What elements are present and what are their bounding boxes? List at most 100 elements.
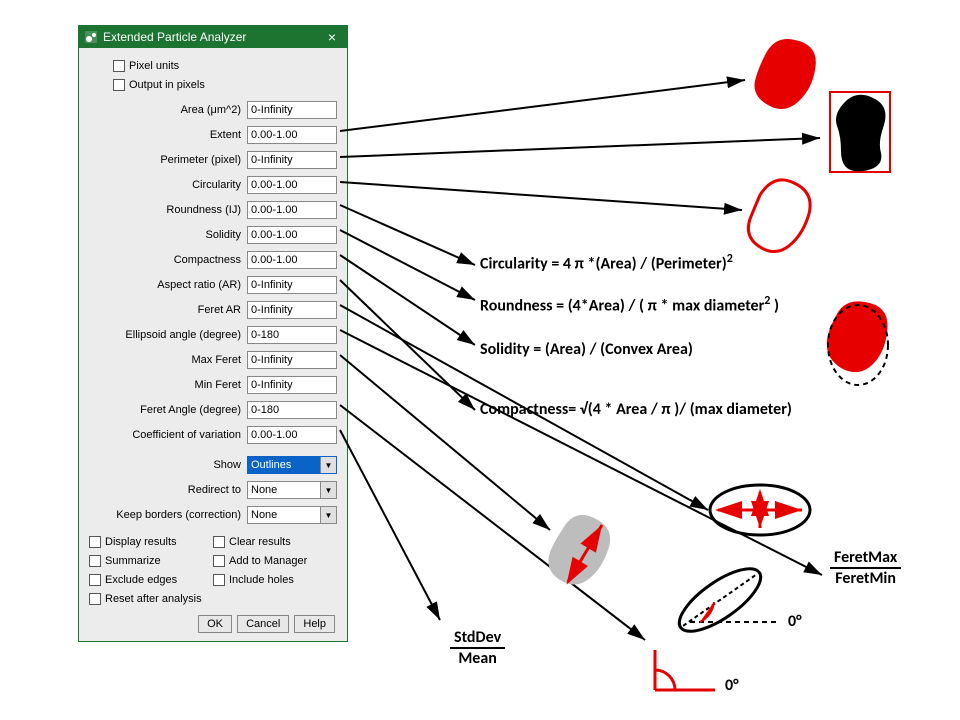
checkbox-label: Display results bbox=[105, 536, 177, 548]
help-button[interactable]: Help bbox=[294, 615, 335, 633]
select-label: Show bbox=[89, 459, 247, 471]
checkbox-label: Clear results bbox=[229, 536, 291, 548]
select-keep-borders: Keep borders (correction) None ▼ bbox=[89, 504, 337, 526]
field-label: Compactness bbox=[89, 254, 247, 266]
extent-input[interactable] bbox=[247, 126, 337, 144]
chevron-down-icon: ▼ bbox=[320, 507, 336, 523]
window-title: Extended Particle Analyzer bbox=[103, 30, 322, 44]
select-value: Outlines bbox=[251, 459, 291, 471]
checkbox-icon bbox=[213, 555, 225, 567]
checkbox-label: Output in pixels bbox=[129, 79, 205, 91]
feret-ar-input[interactable] bbox=[247, 301, 337, 319]
field-feret-ar: Feret AR bbox=[89, 299, 337, 321]
select-value: None bbox=[251, 509, 277, 521]
select-value: None bbox=[251, 484, 277, 496]
select-label: Keep borders (correction) bbox=[89, 509, 247, 521]
checkbox-icon bbox=[89, 555, 101, 567]
field-perimeter: Perimeter (pixel) bbox=[89, 149, 337, 171]
checkbox-icon bbox=[113, 79, 125, 91]
field-min-feret: Min Feret bbox=[89, 374, 337, 396]
cov-input[interactable] bbox=[247, 426, 337, 444]
checkbox-icon bbox=[113, 60, 125, 72]
field-label: Ellipsoid angle (degree) bbox=[89, 329, 247, 341]
checkbox-icon bbox=[89, 593, 101, 605]
checkbox-icon bbox=[213, 574, 225, 586]
field-label: Perimeter (pixel) bbox=[89, 154, 247, 166]
app-icon bbox=[84, 30, 98, 44]
extended-particle-analyzer-dialog: Extended Particle Analyzer × Pixel units… bbox=[78, 25, 348, 642]
checkbox-label: Include holes bbox=[229, 574, 294, 586]
field-label: Circularity bbox=[89, 179, 247, 191]
formula-feret-ratio: FeretMax FeretMin bbox=[830, 548, 901, 588]
formula-roundness: Roundness = (4*Area) / ( π * max diamete… bbox=[480, 294, 779, 315]
select-redirect-to: Redirect to None ▼ bbox=[89, 479, 337, 501]
field-label: Feret AR bbox=[89, 304, 247, 316]
checkbox-summarize[interactable]: Summarize bbox=[89, 553, 213, 569]
chevron-down-icon: ▼ bbox=[320, 457, 336, 473]
field-solidity: Solidity bbox=[89, 224, 337, 246]
keep-borders-dropdown[interactable]: None ▼ bbox=[247, 506, 337, 524]
field-ellipsoid: Ellipsoid angle (degree) bbox=[89, 324, 337, 346]
ellipsoid-input[interactable] bbox=[247, 326, 337, 344]
area-input[interactable] bbox=[247, 101, 337, 119]
field-extent: Extent bbox=[89, 124, 337, 146]
field-label: Solidity bbox=[89, 229, 247, 241]
cancel-button[interactable]: Cancel bbox=[237, 615, 289, 633]
checkbox-exclude-edges[interactable]: Exclude edges bbox=[89, 572, 213, 588]
formula-stddev-mean: StdDev Mean bbox=[450, 628, 505, 668]
field-cov: Coefficient of variation bbox=[89, 424, 337, 446]
field-aspect-ratio: Aspect ratio (AR) bbox=[89, 274, 337, 296]
checkbox-reset-after-analysis[interactable]: Reset after analysis bbox=[89, 591, 213, 607]
field-label: Max Feret bbox=[89, 354, 247, 366]
formula-circularity: Circularity = 4 π *(Area) / (Perimeter)2 bbox=[480, 252, 733, 273]
field-area: Area (μm^2) bbox=[89, 99, 337, 121]
field-label: Area (μm^2) bbox=[89, 104, 247, 116]
label-zero-degrees-2: 0° bbox=[725, 676, 739, 695]
field-label: Min Feret bbox=[89, 379, 247, 391]
aspect-ratio-input[interactable] bbox=[247, 276, 337, 294]
min-feret-input[interactable] bbox=[247, 376, 337, 394]
close-icon[interactable]: × bbox=[322, 29, 342, 45]
checkbox-output-in-pixels[interactable]: Output in pixels bbox=[113, 77, 337, 93]
dialog-body: Pixel units Output in pixels Area (μm^2)… bbox=[79, 48, 347, 641]
field-label: Aspect ratio (AR) bbox=[89, 279, 247, 291]
redirect-to-dropdown[interactable]: None ▼ bbox=[247, 481, 337, 499]
feret-angle-input[interactable] bbox=[247, 401, 337, 419]
field-label: Coefficient of variation bbox=[89, 429, 247, 441]
field-feret-angle: Feret Angle (degree) bbox=[89, 399, 337, 421]
field-circularity: Circularity bbox=[89, 174, 337, 196]
select-label: Redirect to bbox=[89, 484, 247, 496]
checkbox-display-results[interactable]: Display results bbox=[89, 534, 213, 550]
solidity-input[interactable] bbox=[247, 226, 337, 244]
formula-compactness: Compactness= √(4 * Area / π )/ (max diam… bbox=[480, 400, 792, 419]
checkbox-icon bbox=[89, 536, 101, 548]
checkbox-label: Add to Manager bbox=[229, 555, 307, 567]
field-label: Roundness (IJ) bbox=[89, 204, 247, 216]
field-roundness: Roundness (IJ) bbox=[89, 199, 337, 221]
checkbox-pixel-units[interactable]: Pixel units bbox=[113, 58, 337, 74]
checkbox-label: Reset after analysis bbox=[105, 593, 202, 605]
checkbox-label: Summarize bbox=[105, 555, 161, 567]
checkbox-label: Exclude edges bbox=[105, 574, 177, 586]
compactness-input[interactable] bbox=[247, 251, 337, 269]
select-show: Show Outlines ▼ bbox=[89, 454, 337, 476]
ok-button[interactable]: OK bbox=[198, 615, 232, 633]
checkbox-label: Pixel units bbox=[129, 60, 179, 72]
field-label: Feret Angle (degree) bbox=[89, 404, 247, 416]
chevron-down-icon: ▼ bbox=[320, 482, 336, 498]
field-max-feret: Max Feret bbox=[89, 349, 337, 371]
titlebar: Extended Particle Analyzer × bbox=[79, 26, 347, 48]
checkbox-clear-results[interactable]: Clear results bbox=[213, 534, 337, 550]
show-dropdown[interactable]: Outlines ▼ bbox=[247, 456, 337, 474]
checkbox-add-to-manager[interactable]: Add to Manager bbox=[213, 553, 337, 569]
checkbox-icon bbox=[89, 574, 101, 586]
max-feret-input[interactable] bbox=[247, 351, 337, 369]
perimeter-input[interactable] bbox=[247, 151, 337, 169]
dialog-buttons: OK Cancel Help bbox=[89, 607, 337, 635]
checkbox-include-holes[interactable]: Include holes bbox=[213, 572, 337, 588]
checkbox-icon bbox=[213, 536, 225, 548]
field-compactness: Compactness bbox=[89, 249, 337, 271]
roundness-input[interactable] bbox=[247, 201, 337, 219]
label-zero-degrees-1: 0° bbox=[788, 612, 802, 631]
circularity-input[interactable] bbox=[247, 176, 337, 194]
